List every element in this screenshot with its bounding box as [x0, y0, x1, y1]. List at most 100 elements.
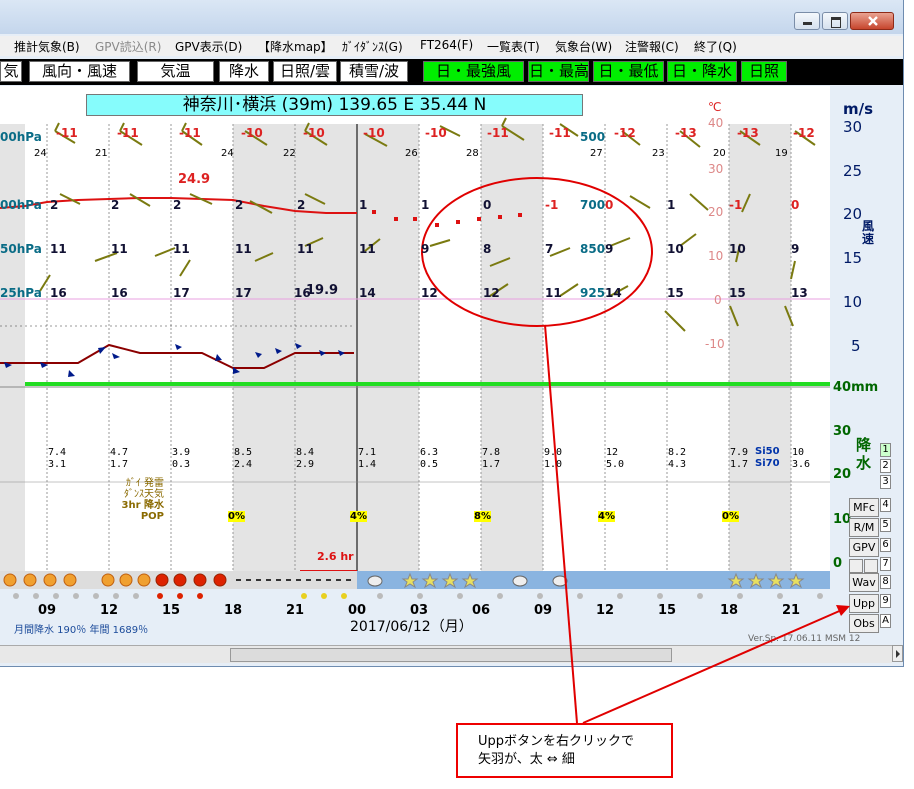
blank-button-2[interactable] [864, 559, 878, 573]
obs-button[interactable]: Obs [849, 614, 879, 633]
upp-button[interactable]: Upp [849, 594, 879, 613]
rain-cell: 7.9 1.7 [730, 447, 749, 470]
temp-value: 9 [605, 242, 614, 256]
page-button-a[interactable]: A [880, 614, 891, 628]
rm-button[interactable]: R/M [849, 518, 879, 537]
menu-observatory[interactable]: 気象台(W) [555, 38, 612, 55]
rain-cell: 8.2 4.3 [668, 447, 687, 470]
scroll-right-button[interactable] [892, 645, 903, 662]
tab-day-min-temp[interactable]: 日・最低 [593, 61, 664, 82]
minimize-button[interactable] [794, 12, 820, 30]
wind-scale-tick: 10 [843, 293, 863, 311]
hour-label: 09 [534, 603, 553, 618]
guidance-legend: ｶﾞｲ 発雷 ﾀﾞﾝｽ天気 3hr 降水 POP [121, 478, 165, 522]
temp-value: 10 [729, 242, 746, 256]
page-button-3[interactable]: 3 [880, 475, 891, 489]
page-button-1[interactable]: 1 [880, 443, 891, 457]
hour-label: 21 [782, 603, 801, 618]
page-button-9[interactable]: 9 [880, 594, 891, 608]
temp-value: -12 [614, 126, 636, 140]
gpv-button[interactable]: GPV [849, 538, 879, 557]
menu-list[interactable]: 一覧表(T) [487, 38, 540, 55]
temp-value: 0 [483, 198, 492, 212]
temp-value: 11 [111, 242, 128, 256]
temp-value: 8 [483, 242, 492, 256]
temp-value: -10 [303, 126, 325, 140]
temp-value: -1 [729, 198, 743, 212]
page-button-8[interactable]: 8 [880, 575, 891, 589]
tab-bar: 気 風向・風速 気温 降水 日照/雲 積雪/波 日・最強風 日・最高 日・最低 … [0, 59, 903, 85]
tab-snow-wave[interactable]: 積雪/波 [340, 61, 408, 82]
menu-ft264[interactable]: FT264(F) [420, 38, 473, 52]
wind-speed-value: 21 [95, 148, 108, 159]
tab-day-max-wind[interactable]: 日・最強風 [423, 61, 524, 82]
rain-cell: 4.7 1.7 [110, 447, 129, 470]
temp-value: 2 [297, 198, 306, 212]
tab-day-rain[interactable]: 日・降水 [667, 61, 737, 82]
horizontal-scrollbar[interactable] [0, 645, 892, 663]
page-button-5[interactable]: 5 [880, 518, 891, 532]
tab-temp[interactable]: 気温 [137, 61, 214, 82]
temp-value: 16 [294, 286, 311, 300]
temp-value: 15 [729, 286, 746, 300]
maximize-icon [831, 17, 841, 28]
menu-gpv-display[interactable]: GPV表示(D) [175, 38, 242, 55]
menu-bar: 推計気象(B) GPV読込(R) GPV表示(D) 【降水map】 ｶﾞｲﾀﾞﾝ… [0, 36, 903, 56]
menu-warning[interactable]: 注警報(C) [625, 38, 679, 55]
menu-exit[interactable]: 終了(Q) [694, 38, 737, 55]
mfc-button[interactable]: MFc [849, 498, 879, 517]
temp-unit: ℃ [708, 100, 722, 114]
wind-speed-value: 28 [466, 148, 479, 159]
temp-value: -11 [117, 126, 139, 140]
menu-guidance[interactable]: ｶﾞｲﾀﾞﾝｽ(G) [342, 38, 403, 55]
hour-label: 06 [472, 603, 491, 618]
rain-cell: 7.1 1.4 [358, 447, 377, 470]
page-button-4[interactable]: 4 [880, 498, 891, 512]
tab-wind[interactable]: 風向・風速 [29, 61, 130, 82]
tab-sunshine[interactable]: 日照 [741, 61, 787, 82]
mini-weather-icons [13, 593, 823, 599]
app-window: 推計気象(B) GPV読込(R) GPV表示(D) 【降水map】 ｶﾞｲﾀﾞﾝ… [0, 0, 904, 667]
station-header: 神奈川･横浜 (39m) 139.65 E 35.44 N [86, 94, 583, 116]
pop-badge: 4% [598, 511, 615, 522]
wind-label: 風速 [862, 219, 875, 246]
close-button[interactable] [850, 12, 894, 30]
temp-value: 16 [111, 286, 128, 300]
menu-suikei[interactable]: 推計気象(B) [14, 38, 80, 55]
rain-hours-label: 2.6 hr [317, 550, 354, 563]
hour-label: 18 [720, 603, 739, 618]
tab-ki[interactable]: 気 [0, 61, 22, 82]
page-button-7[interactable]: 7 [880, 557, 891, 571]
arrow-right-icon [896, 650, 900, 658]
page-button-2[interactable]: 2 [880, 459, 891, 473]
tab-sunshine-cloud[interactable]: 日照/雲 [273, 61, 337, 82]
hour-label: 21 [286, 603, 305, 618]
temp-value: 7 [545, 242, 554, 256]
scrollbar-thumb[interactable] [230, 648, 672, 662]
temp-scale-tick: 20 [708, 205, 724, 219]
temp-value: 11 [50, 242, 67, 256]
page-button-6[interactable]: 6 [880, 538, 891, 552]
temp-value: 1 [421, 198, 430, 212]
blank-button[interactable] [849, 559, 863, 573]
hour-label: 15 [162, 603, 181, 618]
wind-speed-value: 27 [590, 148, 603, 159]
menu-gpv-load[interactable]: GPV読込(R) [95, 38, 161, 55]
maximize-button[interactable] [822, 12, 848, 30]
title-bar [0, 0, 903, 34]
temp-value: 15 [667, 286, 684, 300]
tab-rain[interactable]: 降水 [219, 61, 269, 82]
temp-value: 2 [173, 198, 182, 212]
hour-label: 12 [596, 603, 615, 618]
menu-rain-map[interactable]: 【降水map】 [258, 38, 333, 55]
tab-day-max-temp[interactable]: 日・最高 [528, 61, 589, 82]
rain-scale-tick: 20 [833, 467, 852, 482]
date-label: 2017/06/12（月） [350, 619, 473, 635]
temp-value: 17 [173, 286, 190, 300]
rain-cell: 3.9 0.3 [172, 447, 191, 470]
rain-scale-tick: 0 [833, 556, 843, 571]
temp-value: -11 [179, 126, 201, 140]
wav-button[interactable]: Wav [849, 573, 879, 592]
temp-value: -10 [363, 126, 385, 140]
rain-cell: 8.4 2.9 [296, 447, 315, 470]
